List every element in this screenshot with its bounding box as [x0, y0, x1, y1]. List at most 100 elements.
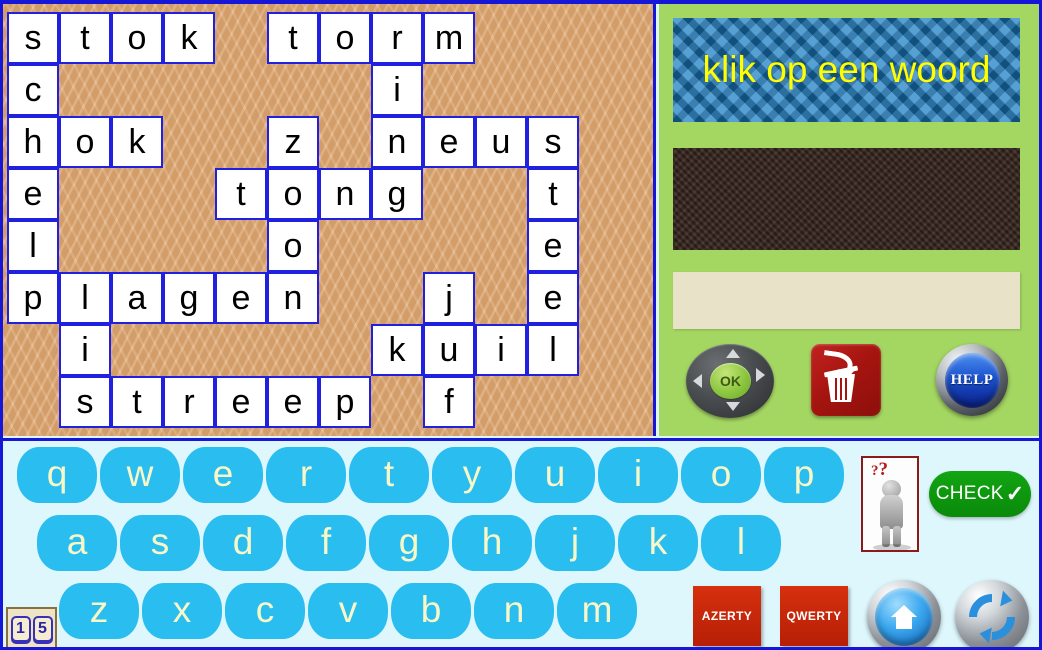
key-y[interactable]: y: [432, 447, 512, 503]
grid-cell[interactable]: e: [527, 272, 579, 324]
key-q[interactable]: q: [17, 447, 97, 503]
grid-cell[interactable]: f: [423, 376, 475, 428]
crossword-grid[interactable]: stoktormcihokzneusetongtloeplagenjeikuil…: [3, 4, 656, 436]
key-t[interactable]: t: [349, 447, 429, 503]
key-k[interactable]: k: [618, 515, 698, 571]
key-b[interactable]: b: [391, 583, 471, 639]
grid-cell[interactable]: t: [267, 12, 319, 64]
grid-cell[interactable]: k: [111, 116, 163, 168]
grid-cell[interactable]: g: [163, 272, 215, 324]
key-a[interactable]: a: [37, 515, 117, 571]
grid-cell[interactable]: j: [423, 272, 475, 324]
grid-cell[interactable]: l: [527, 324, 579, 376]
key-f[interactable]: f: [286, 515, 366, 571]
check-button[interactable]: CHECK ✓: [929, 471, 1031, 517]
key-p[interactable]: p: [764, 447, 844, 503]
help-button[interactable]: HELP: [936, 344, 1008, 416]
key-d[interactable]: d: [203, 515, 283, 571]
grid-cell[interactable]: s: [59, 376, 111, 428]
grid-cell[interactable]: e: [7, 168, 59, 220]
refresh-button[interactable]: [955, 580, 1029, 647]
grid-cell[interactable]: k: [371, 324, 423, 376]
grid-cell[interactable]: h: [7, 116, 59, 168]
azerty-label: AZERTY: [701, 609, 753, 623]
key-h[interactable]: h: [452, 515, 532, 571]
grid-cell[interactable]: r: [371, 12, 423, 64]
level-counter: 1 5: [6, 607, 57, 647]
grid-cell[interactable]: e: [527, 220, 579, 272]
arrow-left-icon[interactable]: [693, 374, 702, 388]
key-z[interactable]: z: [59, 583, 139, 639]
grid-cell[interactable]: z: [267, 116, 319, 168]
key-m[interactable]: m: [557, 583, 637, 639]
grid-cell[interactable]: r: [163, 376, 215, 428]
ok-label: OK: [720, 373, 741, 389]
key-x[interactable]: x: [142, 583, 222, 639]
grid-cell[interactable]: u: [475, 116, 527, 168]
key-r[interactable]: r: [266, 447, 346, 503]
key-g[interactable]: g: [369, 515, 449, 571]
grid-cell[interactable]: t: [111, 376, 163, 428]
help-button-inner: HELP: [944, 352, 1000, 408]
grid-cell[interactable]: n: [371, 116, 423, 168]
ok-dpad-button[interactable]: OK: [686, 344, 774, 418]
trash-delete-button[interactable]: [811, 344, 881, 416]
key-v[interactable]: v: [308, 583, 388, 639]
qwerty-layout-button[interactable]: QWERTY: [780, 586, 848, 646]
key-c[interactable]: c: [225, 583, 305, 639]
grid-cell[interactable]: u: [423, 324, 475, 376]
grid-cell[interactable]: s: [7, 12, 59, 64]
key-l[interactable]: l: [701, 515, 781, 571]
grid-cell[interactable]: o: [267, 168, 319, 220]
home-button-inner: [875, 588, 933, 646]
key-n[interactable]: n: [474, 583, 554, 639]
grid-cell[interactable]: e: [423, 116, 475, 168]
home-button[interactable]: [867, 580, 941, 647]
grid-cell[interactable]: l: [59, 272, 111, 324]
key-i[interactable]: i: [598, 447, 678, 503]
keyboard-panel: 1 5 ?? CHECK ✓ AZERTY QWERTY q w e r t y…: [3, 438, 1039, 647]
grid-cell[interactable]: o: [59, 116, 111, 168]
grid-cell[interactable]: p: [319, 376, 371, 428]
grid-cell[interactable]: o: [319, 12, 371, 64]
grid-cell[interactable]: t: [59, 12, 111, 64]
word-prompt-banner: klik op een woord: [673, 18, 1020, 122]
grid-cell[interactable]: o: [267, 220, 319, 272]
grid-cell[interactable]: i: [475, 324, 527, 376]
question-marks-icon: ??: [871, 459, 888, 480]
arrow-right-icon[interactable]: [756, 368, 765, 382]
arrow-up-icon[interactable]: [726, 349, 740, 358]
grid-cell[interactable]: e: [267, 376, 319, 428]
key-w[interactable]: w: [100, 447, 180, 503]
key-o[interactable]: o: [681, 447, 761, 503]
key-u[interactable]: u: [515, 447, 595, 503]
grid-cell[interactable]: i: [59, 324, 111, 376]
hint-thinker-image[interactable]: ??: [861, 456, 919, 552]
grid-cell[interactable]: i: [371, 64, 423, 116]
grid-cell[interactable]: k: [163, 12, 215, 64]
ok-center-button[interactable]: OK: [710, 363, 751, 399]
arrow-down-icon[interactable]: [726, 402, 740, 411]
grid-cell[interactable]: l: [7, 220, 59, 272]
azerty-layout-button[interactable]: AZERTY: [693, 586, 761, 646]
thinker-body: [880, 495, 903, 529]
grid-cell[interactable]: o: [111, 12, 163, 64]
grid-cell[interactable]: n: [319, 168, 371, 220]
grid-cell[interactable]: n: [267, 272, 319, 324]
grid-cell[interactable]: s: [527, 116, 579, 168]
grid-cell[interactable]: p: [7, 272, 59, 324]
grid-cell[interactable]: c: [7, 64, 59, 116]
grid-cell[interactable]: t: [215, 168, 267, 220]
grid-cell[interactable]: e: [215, 272, 267, 324]
word-prompt-text: klik op een woord: [702, 49, 991, 90]
key-e[interactable]: e: [183, 447, 263, 503]
check-label: CHECK: [935, 483, 1004, 504]
key-s[interactable]: s: [120, 515, 200, 571]
grid-cell[interactable]: e: [215, 376, 267, 428]
key-j[interactable]: j: [535, 515, 615, 571]
grid-cell[interactable]: a: [111, 272, 163, 324]
grid-cell[interactable]: m: [423, 12, 475, 64]
grid-cell[interactable]: g: [371, 168, 423, 220]
answer-input-box[interactable]: [673, 272, 1020, 329]
grid-cell[interactable]: t: [527, 168, 579, 220]
